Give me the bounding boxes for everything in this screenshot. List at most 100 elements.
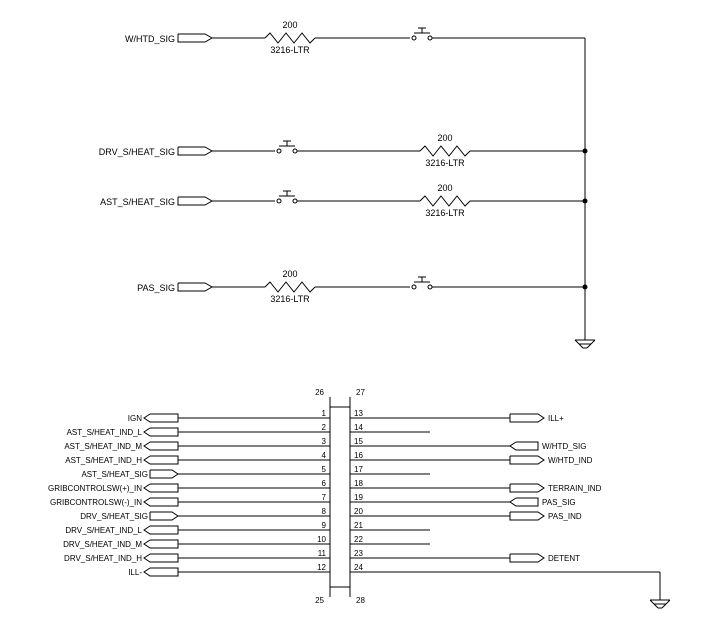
pin-number: 9 bbox=[322, 521, 327, 530]
tag-shape-icon bbox=[510, 442, 538, 450]
pin-number: 6 bbox=[322, 479, 327, 488]
pin-label: ILL- bbox=[128, 568, 142, 577]
pin-number: 5 bbox=[322, 465, 327, 474]
pin-label: DRV_S/HEAT_IND_H bbox=[64, 554, 142, 563]
resistor-footprint: 3216-LTR bbox=[270, 45, 310, 55]
resistor-value: 200 bbox=[282, 20, 297, 30]
row-ast-sheat-sig: AST_S/HEAT_SIG 200 3216-LTR bbox=[100, 183, 587, 218]
pin-label: ILL+ bbox=[548, 414, 564, 423]
tag-shape-icon bbox=[150, 512, 178, 520]
pin-label: GRIBCONTROLSW(-)_IN bbox=[50, 498, 142, 507]
pin-number: 17 bbox=[354, 465, 363, 474]
pin-number: 19 bbox=[354, 493, 363, 502]
pin-number: 18 bbox=[354, 479, 363, 488]
resistor-footprint: 3216-LTR bbox=[425, 208, 465, 218]
pin-number: 23 bbox=[354, 549, 363, 558]
tag-shape-icon bbox=[144, 568, 178, 576]
resistor-icon bbox=[265, 33, 315, 43]
switch-icon bbox=[412, 277, 432, 289]
tag-shape-icon bbox=[144, 498, 178, 506]
pin-label: PAS_IND bbox=[548, 512, 582, 521]
resistor-footprint: 3216-LTR bbox=[270, 294, 310, 304]
tag-shape-icon bbox=[144, 526, 178, 534]
pin-label: AST_S/HEAT_IND_M bbox=[64, 442, 142, 451]
tag-shape-icon bbox=[144, 442, 178, 450]
resistor-footprint: 3216-LTR bbox=[425, 158, 465, 168]
signal-label: W/HTD_SIG bbox=[125, 34, 175, 44]
tag-shape-icon bbox=[144, 428, 178, 436]
resistor-icon bbox=[420, 146, 470, 156]
switch-icon bbox=[277, 191, 297, 203]
tag-shape-icon bbox=[144, 484, 178, 492]
tag-shape-icon bbox=[178, 34, 212, 42]
tag-shape-icon bbox=[510, 498, 538, 506]
tag-shape-icon bbox=[510, 414, 544, 422]
pin-number: 12 bbox=[317, 563, 326, 572]
pin-label: DETENT bbox=[548, 554, 580, 563]
pin-number: 8 bbox=[322, 507, 327, 516]
pin-label: AST_S/HEAT_SIG bbox=[81, 470, 148, 479]
pin-number: 16 bbox=[354, 451, 363, 460]
resistor-value: 200 bbox=[437, 133, 452, 143]
signal-label: PAS_SIG bbox=[137, 283, 175, 293]
pin-number: 15 bbox=[354, 437, 363, 446]
pin-number: 11 bbox=[318, 549, 327, 558]
tag-shape-icon bbox=[178, 147, 212, 155]
signal-label: DRV_S/HEAT_SIG bbox=[99, 147, 175, 157]
ground-symbol-top bbox=[575, 330, 595, 348]
row-drv-sheat-sig: DRV_S/HEAT_SIG 200 3216-LTR bbox=[99, 133, 588, 168]
pin-label: AST_S/HEAT_IND_H bbox=[65, 456, 142, 465]
tag-shape-icon bbox=[510, 554, 544, 562]
pin-number: 20 bbox=[354, 507, 363, 516]
pin-label: DRV_S/HEAT_SIG bbox=[80, 512, 148, 521]
tag-shape-icon bbox=[510, 512, 544, 520]
tag-shape-icon bbox=[510, 484, 544, 492]
pin-number: 10 bbox=[317, 535, 326, 544]
switch-icon bbox=[412, 28, 432, 40]
pin-number: 2 bbox=[322, 423, 327, 432]
pin-number: 25 bbox=[315, 596, 324, 605]
pin-number: 14 bbox=[354, 423, 363, 432]
pin-number: 4 bbox=[322, 451, 327, 460]
tag-shape-icon bbox=[144, 414, 178, 422]
pin-number: 3 bbox=[322, 437, 327, 446]
resistor-value: 200 bbox=[437, 183, 452, 193]
resistor-value: 200 bbox=[282, 269, 297, 279]
switch-icon bbox=[277, 141, 297, 153]
pin-number: 24 bbox=[354, 563, 363, 572]
pin-number: 21 bbox=[354, 521, 363, 530]
connector-right-pins: 13 ILL+ 14 15 W/HTD_SIG 16 W/HTD_IND 17 … bbox=[350, 409, 670, 608]
connector-left-pins: 1 IGN 2 AST_S/HEAT_IND_L 3 AST_S/HEAT_IN… bbox=[48, 409, 330, 577]
tag-shape-icon bbox=[144, 456, 178, 464]
junction-node-icon bbox=[583, 149, 588, 154]
junction-node-icon bbox=[583, 199, 588, 204]
row-whtd-sig: W/HTD_SIG 200 3216-LTR bbox=[125, 20, 585, 55]
tag-shape-icon bbox=[178, 197, 212, 205]
pin-label: TERRAIN_IND bbox=[548, 484, 602, 493]
pin-label: W/HTD_IND bbox=[548, 456, 593, 465]
pin-number: 26 bbox=[315, 388, 324, 397]
pin-label: DRV_S/HEAT_IND_M bbox=[63, 540, 142, 549]
tag-shape-icon bbox=[510, 456, 544, 464]
pin-label: W/HTD_SIG bbox=[542, 442, 586, 451]
pin-label: IGN bbox=[128, 414, 142, 423]
tag-shape-icon bbox=[150, 470, 178, 478]
resistor-icon bbox=[265, 282, 315, 292]
tag-shape-icon bbox=[144, 540, 178, 548]
pin-label: AST_S/HEAT_IND_L bbox=[67, 428, 143, 437]
pin-label: PAS_SIG bbox=[542, 498, 576, 507]
pin-number: 1 bbox=[322, 409, 327, 418]
pin-number: 7 bbox=[322, 493, 327, 502]
pin-number: 13 bbox=[354, 409, 363, 418]
row-pas-sig: PAS_SIG 200 3216-LTR bbox=[137, 269, 587, 304]
pin-label: GRIBCONTROLSW(+)_IN bbox=[48, 484, 142, 493]
resistor-icon bbox=[420, 196, 470, 206]
ground-symbol-bottom bbox=[650, 600, 670, 608]
signal-label: AST_S/HEAT_SIG bbox=[100, 197, 175, 207]
pin-number: 28 bbox=[356, 596, 365, 605]
tag-shape-icon bbox=[144, 554, 178, 562]
pin-label: DRV_S/HEAT_IND_L bbox=[65, 526, 142, 535]
pin-number: 22 bbox=[354, 535, 363, 544]
tag-shape-icon bbox=[178, 283, 212, 291]
junction-node-icon bbox=[583, 285, 588, 290]
